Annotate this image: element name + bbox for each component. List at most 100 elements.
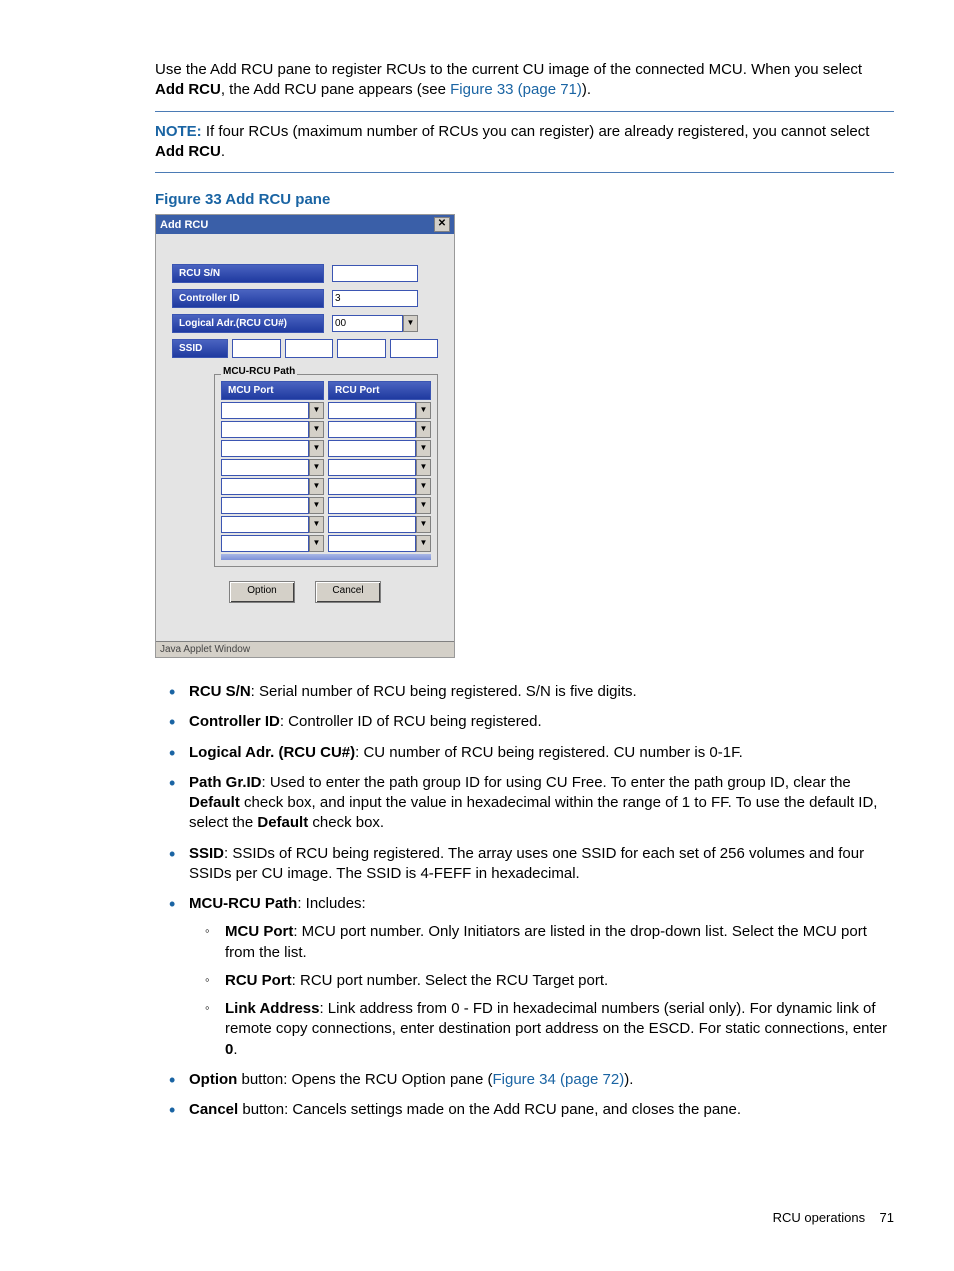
chevron-down-icon[interactable]: ▼ <box>416 421 431 438</box>
mcu-rcu-path-fieldset: MCU-RCU Path MCU Port RCU Port ▼▼ ▼▼ ▼▼ … <box>214 374 438 567</box>
input-controller-id[interactable] <box>332 290 418 307</box>
strip <box>221 554 431 560</box>
rcu-port-4[interactable] <box>328 459 416 476</box>
chevron-down-icon[interactable]: ▼ <box>309 459 324 476</box>
mcu-port-7[interactable] <box>221 516 309 533</box>
mcu-port-6[interactable] <box>221 497 309 514</box>
fieldset-legend: MCU-RCU Path <box>221 366 297 377</box>
text: . <box>233 1041 237 1058</box>
text-bold: Add RCU <box>155 81 221 98</box>
text-bold: Option <box>189 1071 237 1088</box>
mcu-port-5[interactable] <box>221 478 309 495</box>
chevron-down-icon[interactable]: ▼ <box>416 459 431 476</box>
chevron-down-icon[interactable]: ▼ <box>309 478 324 495</box>
note-label: NOTE: <box>155 123 202 140</box>
text: : CU number of RCU being registered. CU … <box>355 744 743 761</box>
chevron-down-icon[interactable]: ▼ <box>416 516 431 533</box>
text-bold: Path Gr.ID <box>189 774 262 791</box>
divider <box>155 172 894 173</box>
text-bold: RCU S/N <box>189 683 251 700</box>
list-item: RCU S/N: Serial number of RCU being regi… <box>189 682 894 702</box>
text-bold: Cancel <box>189 1101 238 1118</box>
chevron-down-icon[interactable]: ▼ <box>309 402 324 419</box>
mcu-port-2[interactable] <box>221 421 309 438</box>
col-header-rcu-port: RCU Port <box>328 381 431 400</box>
text: , the Add RCU pane appears (see <box>221 81 450 98</box>
footer-page: 71 <box>880 1210 894 1225</box>
intro-paragraph: Use the Add RCU pane to register RCUs to… <box>155 60 894 101</box>
chevron-down-icon[interactable]: ▼ <box>309 421 324 438</box>
text: : SSIDs of RCU being registered. The arr… <box>189 845 864 882</box>
rcu-port-6[interactable] <box>328 497 416 514</box>
chevron-down-icon[interactable]: ▼ <box>309 440 324 457</box>
chevron-down-icon[interactable]: ▼ <box>416 497 431 514</box>
input-rcu-sn[interactable] <box>332 265 418 282</box>
text: ). <box>582 81 591 98</box>
cancel-button[interactable]: Cancel <box>315 581 381 603</box>
rcu-port-1[interactable] <box>328 402 416 419</box>
divider <box>155 111 894 112</box>
text: check box. <box>308 814 384 831</box>
col-header-mcu-port: MCU Port <box>221 381 324 400</box>
text: : Link address from 0 - FD in hexadecima… <box>225 1000 887 1037</box>
rcu-port-2[interactable] <box>328 421 416 438</box>
input-ssid-4[interactable] <box>390 339 439 358</box>
add-rcu-dialog: Add RCU ✕ RCU S/N Controller ID Logical … <box>155 214 455 658</box>
text-bold: Logical Adr. (RCU CU#) <box>189 744 355 761</box>
chevron-down-icon[interactable]: ▼ <box>403 315 418 332</box>
chevron-down-icon[interactable]: ▼ <box>416 440 431 457</box>
note-paragraph: NOTE: If four RCUs (maximum number of RC… <box>155 122 894 163</box>
text: ). <box>624 1071 633 1088</box>
chevron-down-icon[interactable]: ▼ <box>309 535 324 552</box>
text: : Includes: <box>297 895 365 912</box>
text: button: Cancels settings made on the Add… <box>238 1101 741 1118</box>
input-ssid-3[interactable] <box>337 339 386 358</box>
input-ssid-2[interactable] <box>285 339 334 358</box>
option-button[interactable]: Option <box>229 581 295 603</box>
text-bold: Controller ID <box>189 713 280 730</box>
text-bold: MCU Port <box>225 923 293 940</box>
mcu-port-3[interactable] <box>221 440 309 457</box>
dialog-title: Add RCU <box>160 219 208 231</box>
rcu-port-8[interactable] <box>328 535 416 552</box>
list-item: Path Gr.ID: Used to enter the path group… <box>189 773 894 834</box>
list-item: Link Address: Link address from 0 - FD i… <box>225 999 894 1060</box>
chevron-down-icon[interactable]: ▼ <box>309 516 324 533</box>
close-icon[interactable]: ✕ <box>434 217 450 232</box>
mcu-port-4[interactable] <box>221 459 309 476</box>
rcu-port-3[interactable] <box>328 440 416 457</box>
text: : MCU port number. Only Initiators are l… <box>225 923 867 960</box>
footer-section: RCU operations <box>773 1210 866 1225</box>
text: : Serial number of RCU being registered.… <box>251 683 637 700</box>
mcu-port-8[interactable] <box>221 535 309 552</box>
list-item: MCU Port: MCU port number. Only Initiato… <box>225 922 894 963</box>
list-item: Cancel button: Cancels settings made on … <box>189 1100 894 1120</box>
mcu-port-1[interactable] <box>221 402 309 419</box>
list-item: Option button: Opens the RCU Option pane… <box>189 1070 894 1090</box>
label-rcu-sn: RCU S/N <box>172 264 324 283</box>
label-ssid: SSID <box>172 339 228 358</box>
dialog-statusbar: Java Applet Window <box>156 641 454 657</box>
rcu-port-7[interactable] <box>328 516 416 533</box>
text: : Controller ID of RCU being registered. <box>280 713 542 730</box>
text-bold: SSID <box>189 845 224 862</box>
chevron-down-icon[interactable]: ▼ <box>416 402 431 419</box>
input-ssid-1[interactable] <box>232 339 281 358</box>
rcu-port-5[interactable] <box>328 478 416 495</box>
chevron-down-icon[interactable]: ▼ <box>416 478 431 495</box>
dialog-titlebar: Add RCU ✕ <box>156 215 454 234</box>
chevron-down-icon[interactable]: ▼ <box>416 535 431 552</box>
input-logical-adr[interactable] <box>332 315 403 332</box>
page-footer: RCU operations 71 <box>155 1210 894 1225</box>
text: : RCU port number. Select the RCU Target… <box>292 972 609 989</box>
text: Use the Add RCU pane to register RCUs to… <box>155 61 862 78</box>
link-figure-34[interactable]: Figure 34 (page 72) <box>492 1071 624 1088</box>
figure-caption: Figure 33 Add RCU pane <box>155 191 894 208</box>
text: If four RCUs (maximum number of RCUs you… <box>202 123 870 140</box>
chevron-down-icon[interactable]: ▼ <box>309 497 324 514</box>
text-bold: Default <box>257 814 308 831</box>
text-bold: RCU Port <box>225 972 292 989</box>
text-bold: Link Address <box>225 1000 319 1017</box>
link-figure-33[interactable]: Figure 33 (page 71) <box>450 81 582 98</box>
text: : Used to enter the path group ID for us… <box>262 774 851 791</box>
